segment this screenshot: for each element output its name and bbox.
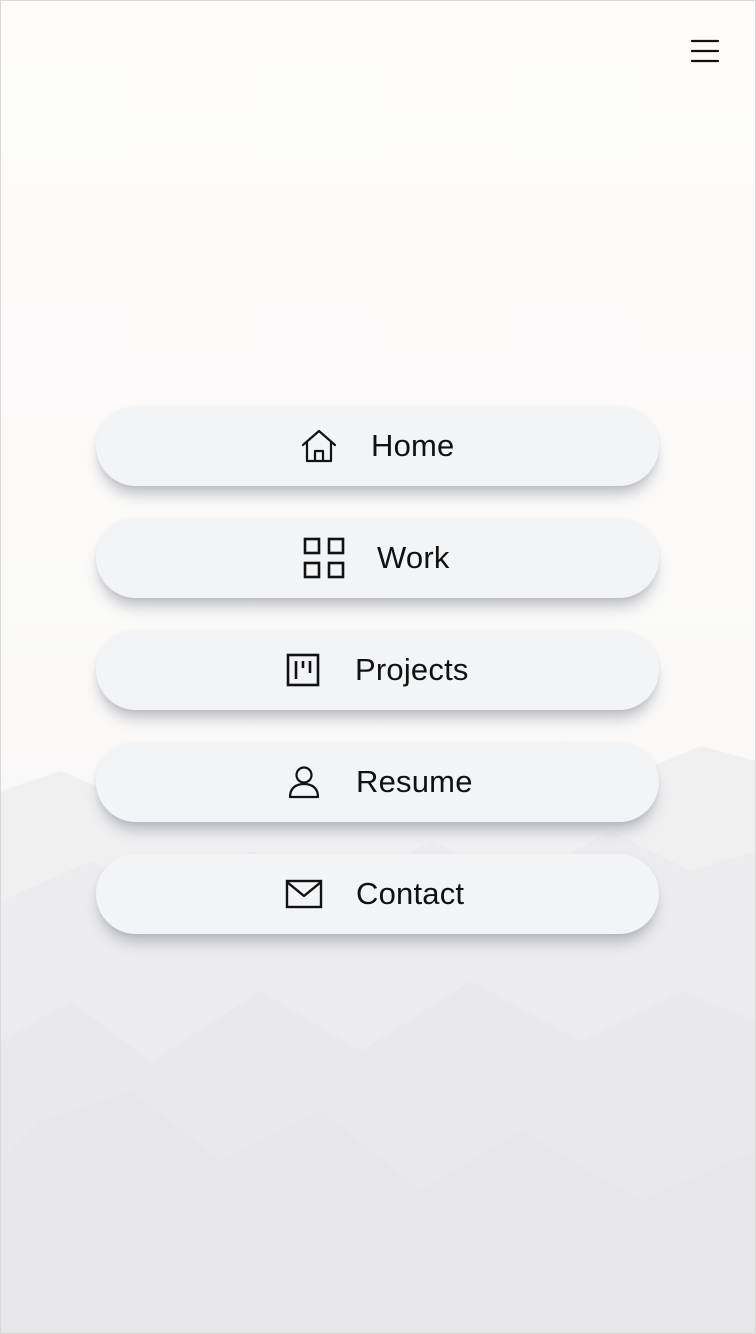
nav-contact-button[interactable]: Contact: [96, 854, 659, 934]
nav-resume-label: Resume: [356, 764, 473, 799]
menu-toggle-button[interactable]: [685, 33, 725, 69]
app-screen: Home Work Projects Resume Contact: [0, 0, 756, 1334]
hamburger-icon: [690, 39, 720, 63]
mail-icon: [285, 879, 323, 909]
nav-contact-label: Contact: [356, 876, 465, 911]
nav-projects-label: Projects: [355, 652, 469, 687]
home-icon: [300, 428, 338, 464]
board-icon: [286, 653, 320, 687]
grid-icon: [303, 537, 345, 579]
person-icon: [287, 765, 321, 799]
nav-projects-button[interactable]: Projects: [96, 630, 659, 710]
nav-work-button[interactable]: Work: [96, 518, 659, 598]
nav-home-button[interactable]: Home: [96, 406, 659, 486]
main-nav: Home Work Projects Resume Contact: [96, 406, 659, 966]
nav-work-label: Work: [377, 540, 450, 575]
nav-resume-button[interactable]: Resume: [96, 742, 659, 822]
nav-home-label: Home: [371, 428, 455, 463]
